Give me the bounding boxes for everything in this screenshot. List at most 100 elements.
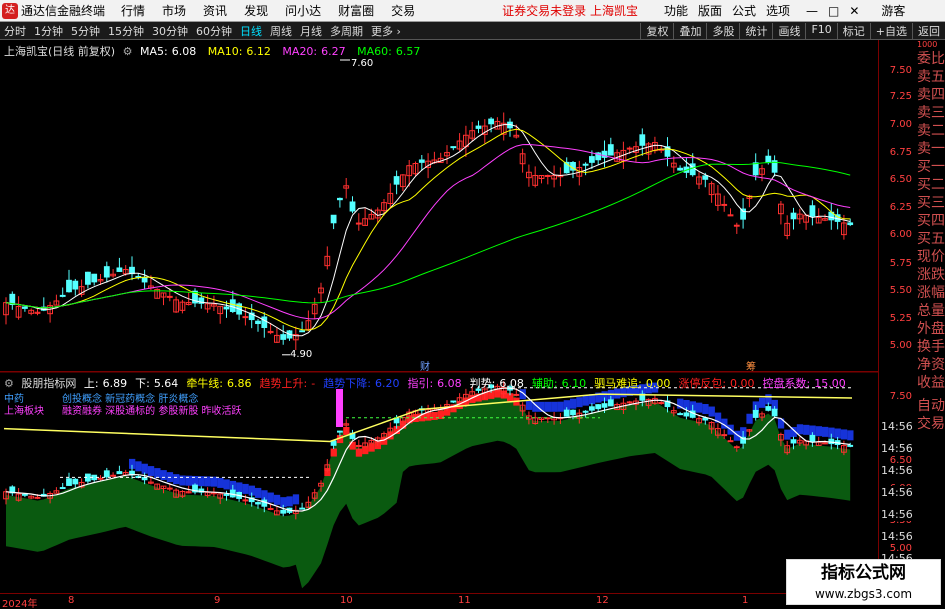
date-label: 1 <box>742 595 749 606</box>
multi-stock-button[interactable]: 多股 <box>706 22 739 39</box>
trading-terminal-window: 达 通达信金融终端 行情 市场 资讯 发现 问小达 财富圈 交易 证券交易未登录… <box>0 0 945 609</box>
chip-marker[interactable]: 筹 <box>746 358 756 373</box>
add-watchlist-button[interactable]: +自选 <box>869 22 912 39</box>
candle-body <box>809 205 816 217</box>
candle-body <box>255 320 261 325</box>
guest-user[interactable]: 游客 <box>881 2 905 19</box>
close-icon[interactable]: ✕ <box>849 4 859 18</box>
indicator-candle-body <box>355 444 362 447</box>
date-label: 8 <box>68 595 75 606</box>
indicator-chart[interactable]: ⚙ 股朋指标网 上: 6.89 下: 5.64 牵牛线: 6.86 趋势上升: - 趋势下降: 6… <box>0 372 878 594</box>
menu-options[interactable]: 选项 <box>766 2 790 19</box>
downtrend-band <box>223 479 230 490</box>
finance-marker[interactable]: 财 <box>420 358 430 373</box>
period-daily[interactable]: 日线 <box>236 23 266 39</box>
downtrend-band <box>696 402 703 413</box>
period-timeshare[interactable]: 分时 <box>0 23 30 39</box>
app-logo-icon: 达 <box>2 2 18 19</box>
period-15min[interactable]: 15分钟 <box>104 23 148 39</box>
uptrend-band <box>368 443 375 452</box>
candle-body <box>393 176 400 185</box>
candle-body <box>299 330 306 333</box>
mark-button[interactable]: 标记 <box>836 22 870 39</box>
stock-label: 上海凯宝(日线 前复权) <box>4 45 116 58</box>
side-panel-item: 涨幅 <box>917 285 945 301</box>
chart-tools: 复权 叠加 多股 统计 画线 F10 标记 +自选 返回 <box>640 22 945 39</box>
indicator-candle-body <box>66 478 72 486</box>
indicator-candle-body <box>790 439 797 444</box>
menu-function[interactable]: 功能 <box>664 2 688 19</box>
downtrend-band <box>204 476 211 487</box>
side-panel-item[interactable]: 交易 <box>914 415 945 433</box>
uptrend-band <box>330 448 337 457</box>
settings-gear-icon[interactable]: ⚙ <box>123 45 133 58</box>
low-price-label: 4.90 <box>290 349 313 360</box>
overlay-button[interactable]: 叠加 <box>673 22 706 39</box>
side-panel-item: 买四 <box>917 213 945 229</box>
side-panel-item: 卖五 <box>917 69 945 85</box>
indicator-value: 涨停反包: 0.00 <box>678 377 755 390</box>
side-panel-item: 卖二 <box>917 123 945 139</box>
statistics-button[interactable]: 统计 <box>739 22 772 39</box>
main-kline-chart[interactable]: 上海凯宝(日线 前复权) ⚙ MA5: 6.08 MA10: 6.12 MA20: 6… <box>0 40 878 373</box>
candle-body <box>847 222 854 226</box>
menu-layout[interactable]: 版面 <box>698 2 722 19</box>
candle-body <box>129 266 135 275</box>
indicator-name[interactable]: 股朋指标网 <box>21 377 76 390</box>
time-label: 14:56 <box>881 486 913 499</box>
menu-market[interactable]: 市场 <box>162 2 186 19</box>
menu-quotes[interactable]: 行情 <box>121 2 145 19</box>
period-1min[interactable]: 1分钟 <box>30 23 67 39</box>
period-multi[interactable]: 多周期 <box>326 23 367 39</box>
menu-wealth-circle[interactable]: 财富圈 <box>338 2 374 19</box>
downtrend-band <box>702 403 709 414</box>
downtrend-band <box>840 429 848 440</box>
period-more[interactable]: 更多 › <box>367 23 405 39</box>
candle-body <box>229 299 236 312</box>
side-panel-item: 卖四 <box>917 87 945 103</box>
menu-trade[interactable]: 交易 <box>391 2 415 19</box>
minimize-icon[interactable]: — <box>806 4 818 18</box>
period-30min[interactable]: 30分钟 <box>148 23 192 39</box>
side-panel-item: 换手 <box>917 339 945 355</box>
period-weekly[interactable]: 周线 <box>266 23 296 39</box>
indicator-candle-body <box>626 401 633 404</box>
side-panel-item[interactable]: 自动 <box>914 397 945 415</box>
candle-body <box>66 279 72 293</box>
restore-rights-button[interactable]: 复权 <box>640 22 673 39</box>
menu-discover[interactable]: 发现 <box>244 2 268 19</box>
indicator-candle-body <box>337 430 343 433</box>
indicator-candle-body <box>110 474 116 477</box>
period-60min[interactable]: 60分钟 <box>192 23 236 39</box>
indicator-candle-body <box>752 409 759 418</box>
indicator-value: 上: 6.89 <box>83 377 128 390</box>
draw-line-button[interactable]: 画线 <box>772 22 805 39</box>
menu-news[interactable]: 资讯 <box>203 2 227 19</box>
site-watermark: 指标公式网 www.zbgs3.com <box>786 559 941 605</box>
indicator-candle-body <box>570 409 576 416</box>
ma10-readout: MA10: 6.12 <box>207 45 271 58</box>
signal-spike <box>336 389 343 427</box>
period-toolbar: 分时 1分钟 5分钟 15分钟 30分钟 60分钟 日线 周线 月线 多周期 更… <box>0 22 945 40</box>
indicator-candle-body <box>595 404 602 410</box>
kline-canvas[interactable] <box>0 40 878 372</box>
downtrend-band <box>847 430 854 441</box>
indicator-value: 驷马难追: 0.00 <box>594 377 671 390</box>
back-button[interactable]: 返回 <box>912 22 945 39</box>
side-panel-item: 买二 <box>917 177 945 193</box>
menu-formula[interactable]: 公式 <box>732 2 756 19</box>
indicator-candle-body <box>771 408 778 417</box>
maximize-icon[interactable]: □ <box>828 4 839 18</box>
login-warning[interactable]: 证券交易未登录 上海凯宝 <box>502 2 638 19</box>
menu-ask[interactable]: 问小达 <box>285 2 321 19</box>
candle-body <box>765 155 772 164</box>
indicator-candle-body <box>765 406 772 411</box>
period-monthly[interactable]: 月线 <box>296 23 326 39</box>
candle-body <box>790 212 797 220</box>
period-5min[interactable]: 5分钟 <box>67 23 104 39</box>
indicator-candle-body <box>809 434 816 443</box>
indicator-gear-icon[interactable]: ⚙ <box>4 377 14 390</box>
f10-button[interactable]: F10 <box>805 22 836 39</box>
candle-body <box>337 197 343 201</box>
candle-body <box>261 316 268 328</box>
